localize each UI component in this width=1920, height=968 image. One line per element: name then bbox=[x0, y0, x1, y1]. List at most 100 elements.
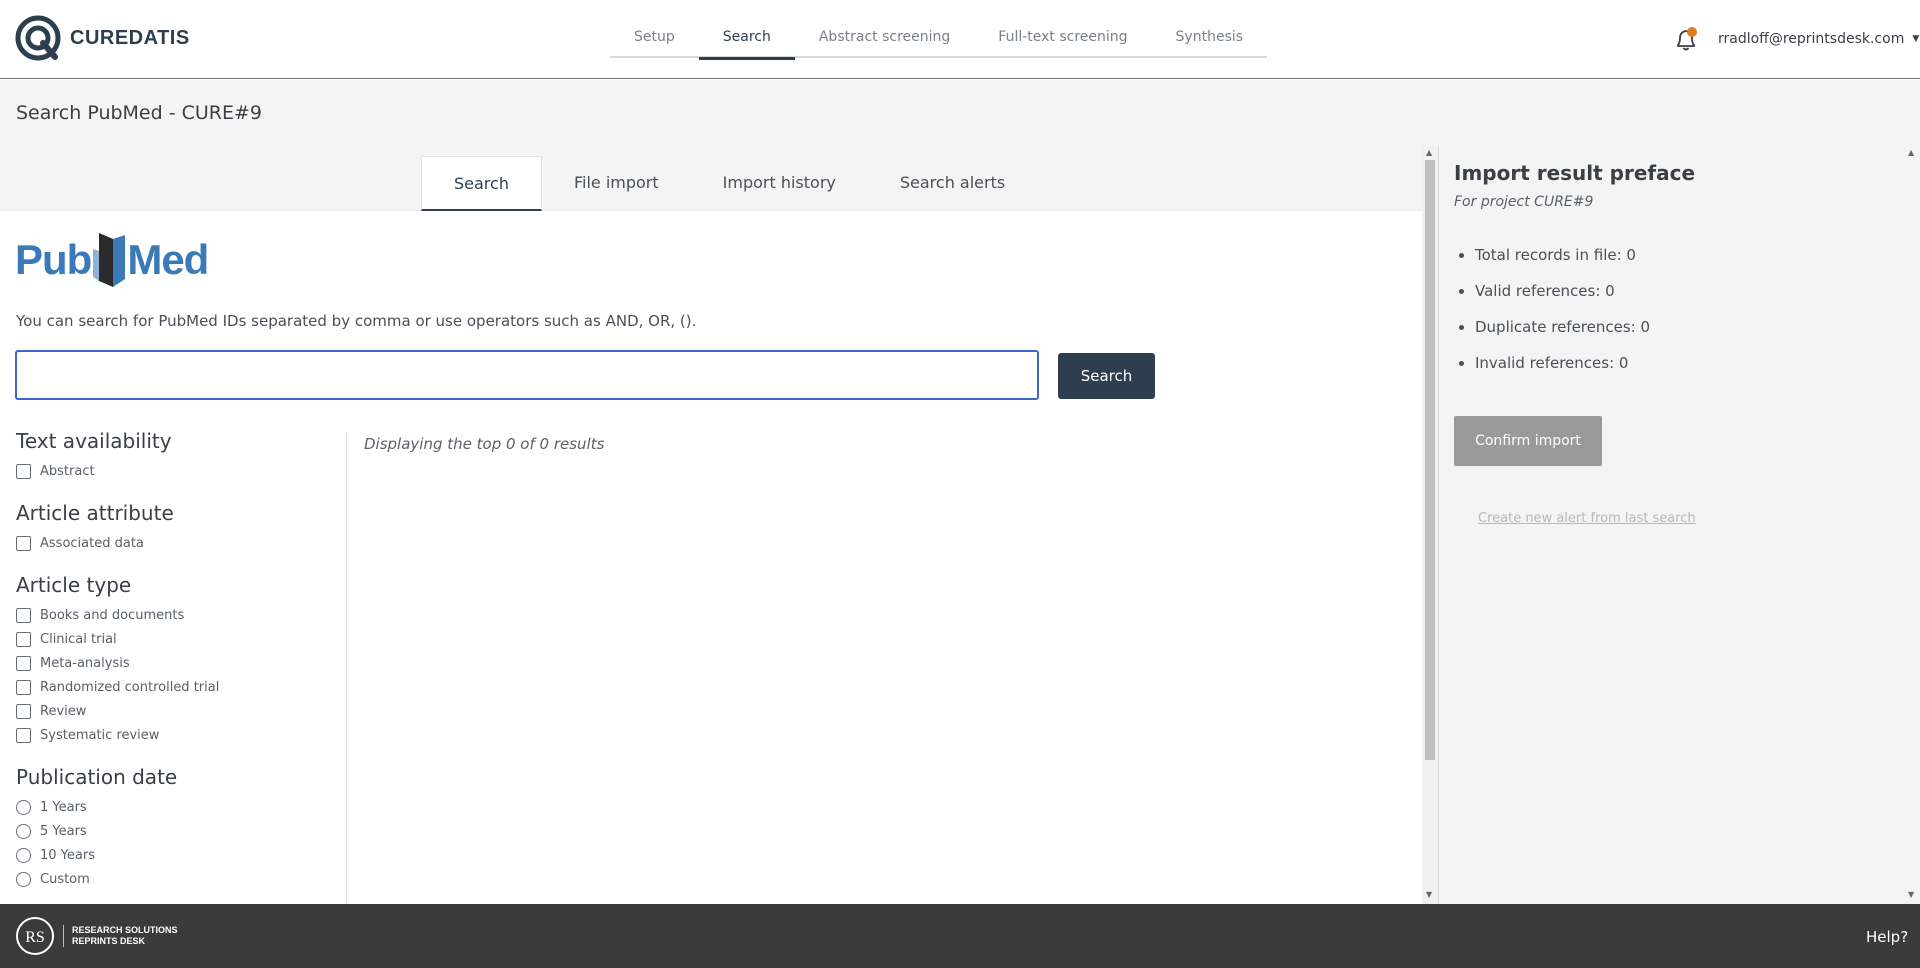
search-main-panel: Search File import Import history Search… bbox=[0, 146, 1422, 904]
footer-logo-line1: RESEARCH SOLUTIONS bbox=[72, 925, 178, 935]
nav-synthesis[interactable]: Synthesis bbox=[1152, 16, 1268, 58]
search-hint: You can search for PubMed IDs separated … bbox=[16, 312, 697, 330]
scroll-up-icon[interactable]: ▲ bbox=[1426, 148, 1432, 157]
checkbox[interactable] bbox=[16, 703, 31, 719]
scroll-down-icon[interactable]: ▼ bbox=[1426, 890, 1432, 899]
filter-books-and-documents[interactable]: Books and documents bbox=[16, 603, 336, 627]
notification-bell-icon[interactable] bbox=[1674, 27, 1698, 53]
filter-meta-analysis[interactable]: Meta-analysis bbox=[16, 651, 336, 675]
radio[interactable] bbox=[16, 799, 31, 815]
filter-heading: Publication date bbox=[16, 765, 178, 789]
filter-heading: Article attribute bbox=[16, 501, 174, 525]
nav-full-text-screening[interactable]: Full-text screening bbox=[974, 16, 1151, 58]
help-link[interactable]: Help? bbox=[1866, 928, 1908, 946]
filter-label: 10 Years bbox=[40, 847, 95, 863]
checkbox[interactable] bbox=[16, 727, 31, 743]
pubmed-logo-left: Pub bbox=[15, 236, 92, 283]
tab-file-import[interactable]: File import bbox=[542, 156, 691, 211]
footer-logo-line2: REPRINTS DESK bbox=[72, 936, 146, 946]
create-alert-link[interactable]: Create new alert from last search bbox=[1478, 511, 1696, 526]
import-stats-list: Total records in file: 0 Valid reference… bbox=[1475, 246, 1650, 390]
checkbox[interactable] bbox=[16, 607, 31, 623]
footer: RS RESEARCH SOLUTIONS REPRINTS DESK Help… bbox=[0, 904, 1920, 968]
filter-label: Clinical trial bbox=[40, 631, 117, 647]
filters-panel: Text availability Abstract Article attri… bbox=[16, 429, 336, 909]
filter-label: Custom bbox=[40, 871, 90, 887]
checkbox[interactable] bbox=[16, 631, 31, 647]
stat-total-records: Total records in file: 0 bbox=[1475, 246, 1650, 282]
pubmed-logo-right: Med bbox=[127, 236, 209, 283]
filter-abstract[interactable]: Abstract bbox=[16, 459, 336, 483]
checkbox[interactable] bbox=[16, 535, 31, 551]
filter-text-availability: Text availability Abstract bbox=[16, 429, 336, 483]
scroll-up-icon[interactable]: ▲ bbox=[1908, 148, 1914, 157]
pubmed-search-input[interactable] bbox=[15, 350, 1039, 400]
radio[interactable] bbox=[16, 847, 31, 863]
radio[interactable] bbox=[16, 823, 31, 839]
filter-label: 5 Years bbox=[40, 823, 87, 839]
filter-date-1-years[interactable]: 1 Years bbox=[16, 795, 336, 819]
tab-bar: Search File import Import history Search… bbox=[0, 146, 1422, 211]
tab-search[interactable]: Search bbox=[421, 156, 542, 211]
rs-logo-icon: RS bbox=[16, 917, 54, 955]
nav-setup[interactable]: Setup bbox=[610, 16, 699, 58]
filter-publication-date: Publication date 1 Years 5 Years 10 Year… bbox=[16, 765, 336, 891]
filter-label: Review bbox=[40, 703, 87, 719]
results-summary: Displaying the top 0 of 0 results bbox=[364, 435, 605, 453]
page-header: Search PubMed - CURE#9 bbox=[0, 80, 1920, 146]
filter-randomized-controlled-trial[interactable]: Randomized controlled trial bbox=[16, 675, 336, 699]
filter-review[interactable]: Review bbox=[16, 699, 336, 723]
import-preface-title: Import result preface bbox=[1454, 161, 1696, 185]
svg-text:RS: RS bbox=[25, 929, 45, 946]
filter-article-type: Article type Books and documents Clinica… bbox=[16, 573, 336, 747]
filter-heading: Text availability bbox=[16, 429, 172, 453]
search-button[interactable]: Search bbox=[1058, 353, 1155, 399]
nav-abstract-screening[interactable]: Abstract screening bbox=[795, 16, 974, 58]
footer-logo-text: RESEARCH SOLUTIONS REPRINTS DESK bbox=[63, 925, 178, 947]
nav-search[interactable]: Search bbox=[698, 16, 795, 60]
import-preface-subtitle: For project CURE#9 bbox=[1454, 194, 1594, 210]
scroll-down-icon[interactable]: ▼ bbox=[1908, 890, 1914, 899]
filter-label: Meta-analysis bbox=[40, 655, 130, 671]
pubmed-logo: Pub Med bbox=[15, 229, 209, 291]
book-icon bbox=[93, 233, 126, 287]
checkbox[interactable] bbox=[16, 655, 31, 671]
brand-name: CUREDATIS bbox=[70, 26, 190, 49]
user-email: rradloff@reprintsdesk.com bbox=[1718, 31, 1905, 47]
top-navbar: CUREDATIS Setup Search Abstract screenin… bbox=[0, 0, 1920, 79]
checkbox[interactable] bbox=[16, 679, 31, 695]
stat-invalid-references: Invalid references: 0 bbox=[1475, 354, 1650, 390]
stat-duplicate-references: Duplicate references: 0 bbox=[1475, 318, 1650, 354]
filter-article-attribute: Article attribute Associated data bbox=[16, 501, 336, 555]
side-scrollbar[interactable]: ▲ ▼ bbox=[1904, 146, 1920, 904]
filter-systematic-review[interactable]: Systematic review bbox=[16, 723, 336, 747]
tab-search-alerts[interactable]: Search alerts bbox=[868, 156, 1037, 211]
radio[interactable] bbox=[16, 871, 31, 887]
filter-label: Randomized controlled trial bbox=[40, 679, 220, 695]
filter-date-custom[interactable]: Custom bbox=[16, 867, 336, 891]
filter-label: Abstract bbox=[40, 463, 95, 479]
filter-associated-data[interactable]: Associated data bbox=[16, 531, 336, 555]
checkbox[interactable] bbox=[16, 463, 31, 479]
filter-label: Systematic review bbox=[40, 727, 160, 743]
brand-logo[interactable]: CUREDATIS bbox=[15, 15, 190, 61]
filters-divider bbox=[346, 432, 347, 904]
tab-import-history[interactable]: Import history bbox=[691, 156, 868, 211]
filter-date-10-years[interactable]: 10 Years bbox=[16, 843, 336, 867]
research-solutions-logo: RS RESEARCH SOLUTIONS REPRINTS DESK bbox=[15, 916, 178, 956]
main-scrollbar[interactable]: ▲ ▼ bbox=[1422, 146, 1438, 904]
page-title: Search PubMed - CURE#9 bbox=[16, 102, 263, 124]
confirm-import-button[interactable]: Confirm import bbox=[1454, 416, 1602, 466]
filter-heading: Article type bbox=[16, 573, 132, 597]
scrollbar-thumb[interactable] bbox=[1425, 160, 1435, 760]
main-nav: Setup Search Abstract screening Full-tex… bbox=[610, 16, 1268, 60]
filter-label: 1 Years bbox=[40, 799, 87, 815]
filter-date-5-years[interactable]: 5 Years bbox=[16, 819, 336, 843]
curedatis-logo-icon bbox=[15, 15, 61, 61]
import-preface-panel: Import result preface For project CURE#9… bbox=[1439, 146, 1904, 904]
caret-down-icon: ▼ bbox=[1912, 34, 1920, 44]
stat-valid-references: Valid references: 0 bbox=[1475, 282, 1650, 318]
user-menu[interactable]: rradloff@reprintsdesk.com ▼ bbox=[1718, 31, 1919, 47]
filter-label: Books and documents bbox=[40, 607, 185, 623]
filter-clinical-trial[interactable]: Clinical trial bbox=[16, 627, 336, 651]
